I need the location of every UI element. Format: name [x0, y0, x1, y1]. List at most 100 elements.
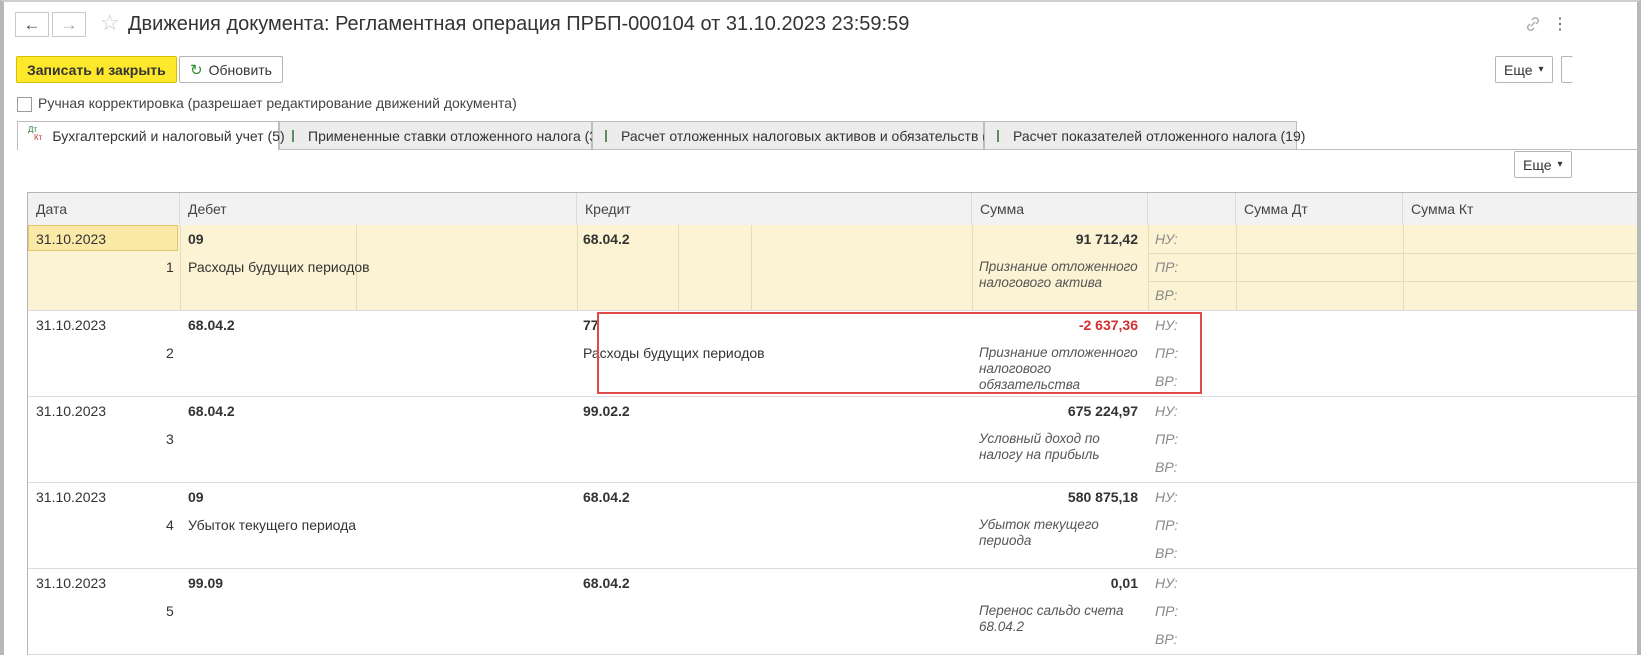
- debit-account: 09: [188, 489, 204, 505]
- grid-line: [972, 225, 973, 311]
- table-more-label: Еще: [1523, 156, 1552, 173]
- credit-account: 77: [583, 317, 599, 333]
- refresh-button-label: Обновить: [208, 61, 272, 78]
- amount-value: 580 875,18: [1067, 489, 1138, 505]
- nu-label: НУ:: [1155, 231, 1178, 247]
- refresh-icon: ↻: [190, 61, 203, 79]
- column-account-type[interactable]: [1148, 193, 1236, 225]
- credit-account: 68.04.2: [583, 489, 630, 505]
- document-movements-window: ← → ☆ Движения документа: Регламентная о…: [0, 0, 1641, 655]
- dt-kt-icon: Дт Кт: [28, 125, 43, 142]
- grid-line: [180, 225, 181, 311]
- row-number: 4: [166, 517, 174, 533]
- grid-line: [751, 225, 752, 311]
- nu-label: НУ:: [1155, 403, 1178, 419]
- credit-subconto: Расходы будущих периодов: [583, 345, 765, 361]
- debit-account: 68.04.2: [188, 317, 235, 333]
- row-date: 31.10.2023: [36, 317, 107, 333]
- movements-table: Дата Дебет Кредит Сумма Сумма Дт Сумма К…: [27, 192, 1637, 655]
- nu-label: НУ:: [1155, 575, 1178, 591]
- manual-edit-checkbox[interactable]: [17, 97, 32, 112]
- page-title: Движения документа: Регламентная операци…: [128, 13, 910, 35]
- vr-label: ВР:: [1155, 631, 1178, 647]
- grid-line: [577, 225, 578, 311]
- pr-label: ПР:: [1155, 259, 1179, 275]
- pr-label: ПР:: [1155, 431, 1179, 447]
- arrow-left-icon: ←: [23, 14, 41, 34]
- refresh-button[interactable]: ↻ Обновить: [179, 56, 283, 83]
- pr-label: ПР:: [1155, 345, 1179, 361]
- debit-account: 68.04.2: [188, 403, 235, 419]
- vr-label: ВР:: [1155, 287, 1178, 303]
- pr-label: ПР:: [1155, 603, 1179, 619]
- column-amount-dt[interactable]: Сумма Дт: [1236, 193, 1403, 225]
- manual-edit-label: Ручная корректировка (разрешает редактир…: [38, 95, 517, 111]
- column-credit[interactable]: Кредит: [577, 193, 972, 225]
- column-amount[interactable]: Сумма: [972, 193, 1148, 225]
- amount-value: 675 224,97: [1067, 403, 1138, 419]
- operation-content: Признание отложенного налогового актива: [979, 259, 1138, 290]
- arrow-right-icon: →: [60, 14, 78, 34]
- more-vertical-icon[interactable]: ⋮: [1552, 14, 1568, 34]
- table-icon: [292, 129, 294, 142]
- row-date: 31.10.2023: [36, 575, 107, 591]
- chevron-down-icon: ▾: [1557, 159, 1563, 170]
- credit-account: 99.02.2: [583, 403, 630, 419]
- table-row[interactable]: 31.10.2023 5 99.09 68.04.2 0,01 Перенос сальд…: [28, 569, 1637, 655]
- table-row[interactable]: 31.10.2023 4 09 Убыток текущего периода 68.0…: [28, 483, 1637, 569]
- vr-label: ВР:: [1155, 459, 1178, 475]
- tab-applied-rates[interactable]: Примененные ставки отложенного налога (3…: [279, 121, 602, 149]
- operation-content: Убыток текущего периода: [979, 517, 1099, 548]
- tab-label: Расчет отложенных налоговых активов и об…: [621, 127, 1000, 144]
- grid-line: [1236, 225, 1237, 311]
- operation-content: Условный доход по налогу на прибыль: [979, 431, 1100, 462]
- credit-account: 68.04.2: [583, 231, 630, 247]
- column-amount-kt[interactable]: Сумма Кт: [1403, 193, 1637, 225]
- amount-value: -2 637,36: [1078, 317, 1138, 333]
- column-debit[interactable]: Дебет: [180, 193, 577, 225]
- vr-label: ВР:: [1155, 545, 1178, 561]
- overflow-button[interactable]: [1561, 56, 1573, 83]
- more-button-label: Еще: [1504, 61, 1533, 78]
- grid-line: [1148, 281, 1637, 282]
- operation-content: Признание отложенного налогового обязате…: [979, 345, 1138, 392]
- forward-button[interactable]: →: [52, 12, 86, 37]
- row-date: 31.10.2023: [36, 231, 107, 247]
- vr-label: ВР:: [1155, 373, 1178, 389]
- table-row[interactable]: 31.10.2023 2 68.04.2 77 Расходы будущих пери…: [28, 311, 1637, 397]
- pr-label: ПР:: [1155, 517, 1179, 533]
- link-icon[interactable]: [1525, 16, 1541, 37]
- table-icon: [605, 129, 607, 142]
- row-number: 5: [166, 603, 174, 619]
- debit-subconto: Убыток текущего периода: [188, 517, 357, 533]
- tab-label: Бухгалтерский и налоговый учет (5): [52, 128, 285, 144]
- grid-line: [678, 225, 679, 311]
- debit-account: 09: [188, 231, 204, 247]
- save-and-close-button[interactable]: Записать и закрыть: [16, 56, 177, 83]
- nu-label: НУ:: [1155, 489, 1178, 505]
- debit-account: 99.09: [188, 575, 224, 591]
- tab-label: Расчет показателей отложенного налога (1…: [1013, 127, 1306, 144]
- table-more-button[interactable]: Еще ▾: [1514, 151, 1572, 178]
- table-header: Дата Дебет Кредит Сумма Сумма Дт Сумма К…: [28, 193, 1637, 226]
- table-icon: [997, 129, 999, 142]
- column-date[interactable]: Дата: [28, 193, 180, 225]
- more-button[interactable]: Еще ▾: [1495, 56, 1553, 83]
- back-button[interactable]: ←: [15, 12, 49, 37]
- row-date: 31.10.2023: [36, 489, 107, 505]
- tab-accounting[interactable]: Дт Кт Бухгалтерский и налоговый учет (5): [17, 121, 285, 150]
- table-row[interactable]: 31.10.2023 1 09 Расходы будущих периодов 68.…: [28, 225, 1637, 311]
- table-row[interactable]: 31.10.2023 3 68.04.2 99.02.2 675 224,97 Услов…: [28, 397, 1637, 483]
- amount-value: 0,01: [1110, 575, 1138, 591]
- grid-line: [1148, 253, 1637, 254]
- nu-label: НУ:: [1155, 317, 1178, 333]
- debit-subconto: Расходы будущих периодов: [188, 259, 370, 275]
- tab-deferred-assets[interactable]: Расчет отложенных налоговых активов и об…: [592, 121, 999, 149]
- amount-value: 91 712,42: [1075, 231, 1138, 247]
- tab-label: Примененные ставки отложенного налога (3…: [308, 127, 602, 144]
- tab-deferred-indicators[interactable]: Расчет показателей отложенного налога (1…: [984, 121, 1305, 149]
- favorite-star-icon[interactable]: ☆: [100, 10, 120, 36]
- row-number: 1: [166, 259, 174, 275]
- row-number: 2: [166, 345, 174, 361]
- credit-account: 68.04.2: [583, 575, 630, 591]
